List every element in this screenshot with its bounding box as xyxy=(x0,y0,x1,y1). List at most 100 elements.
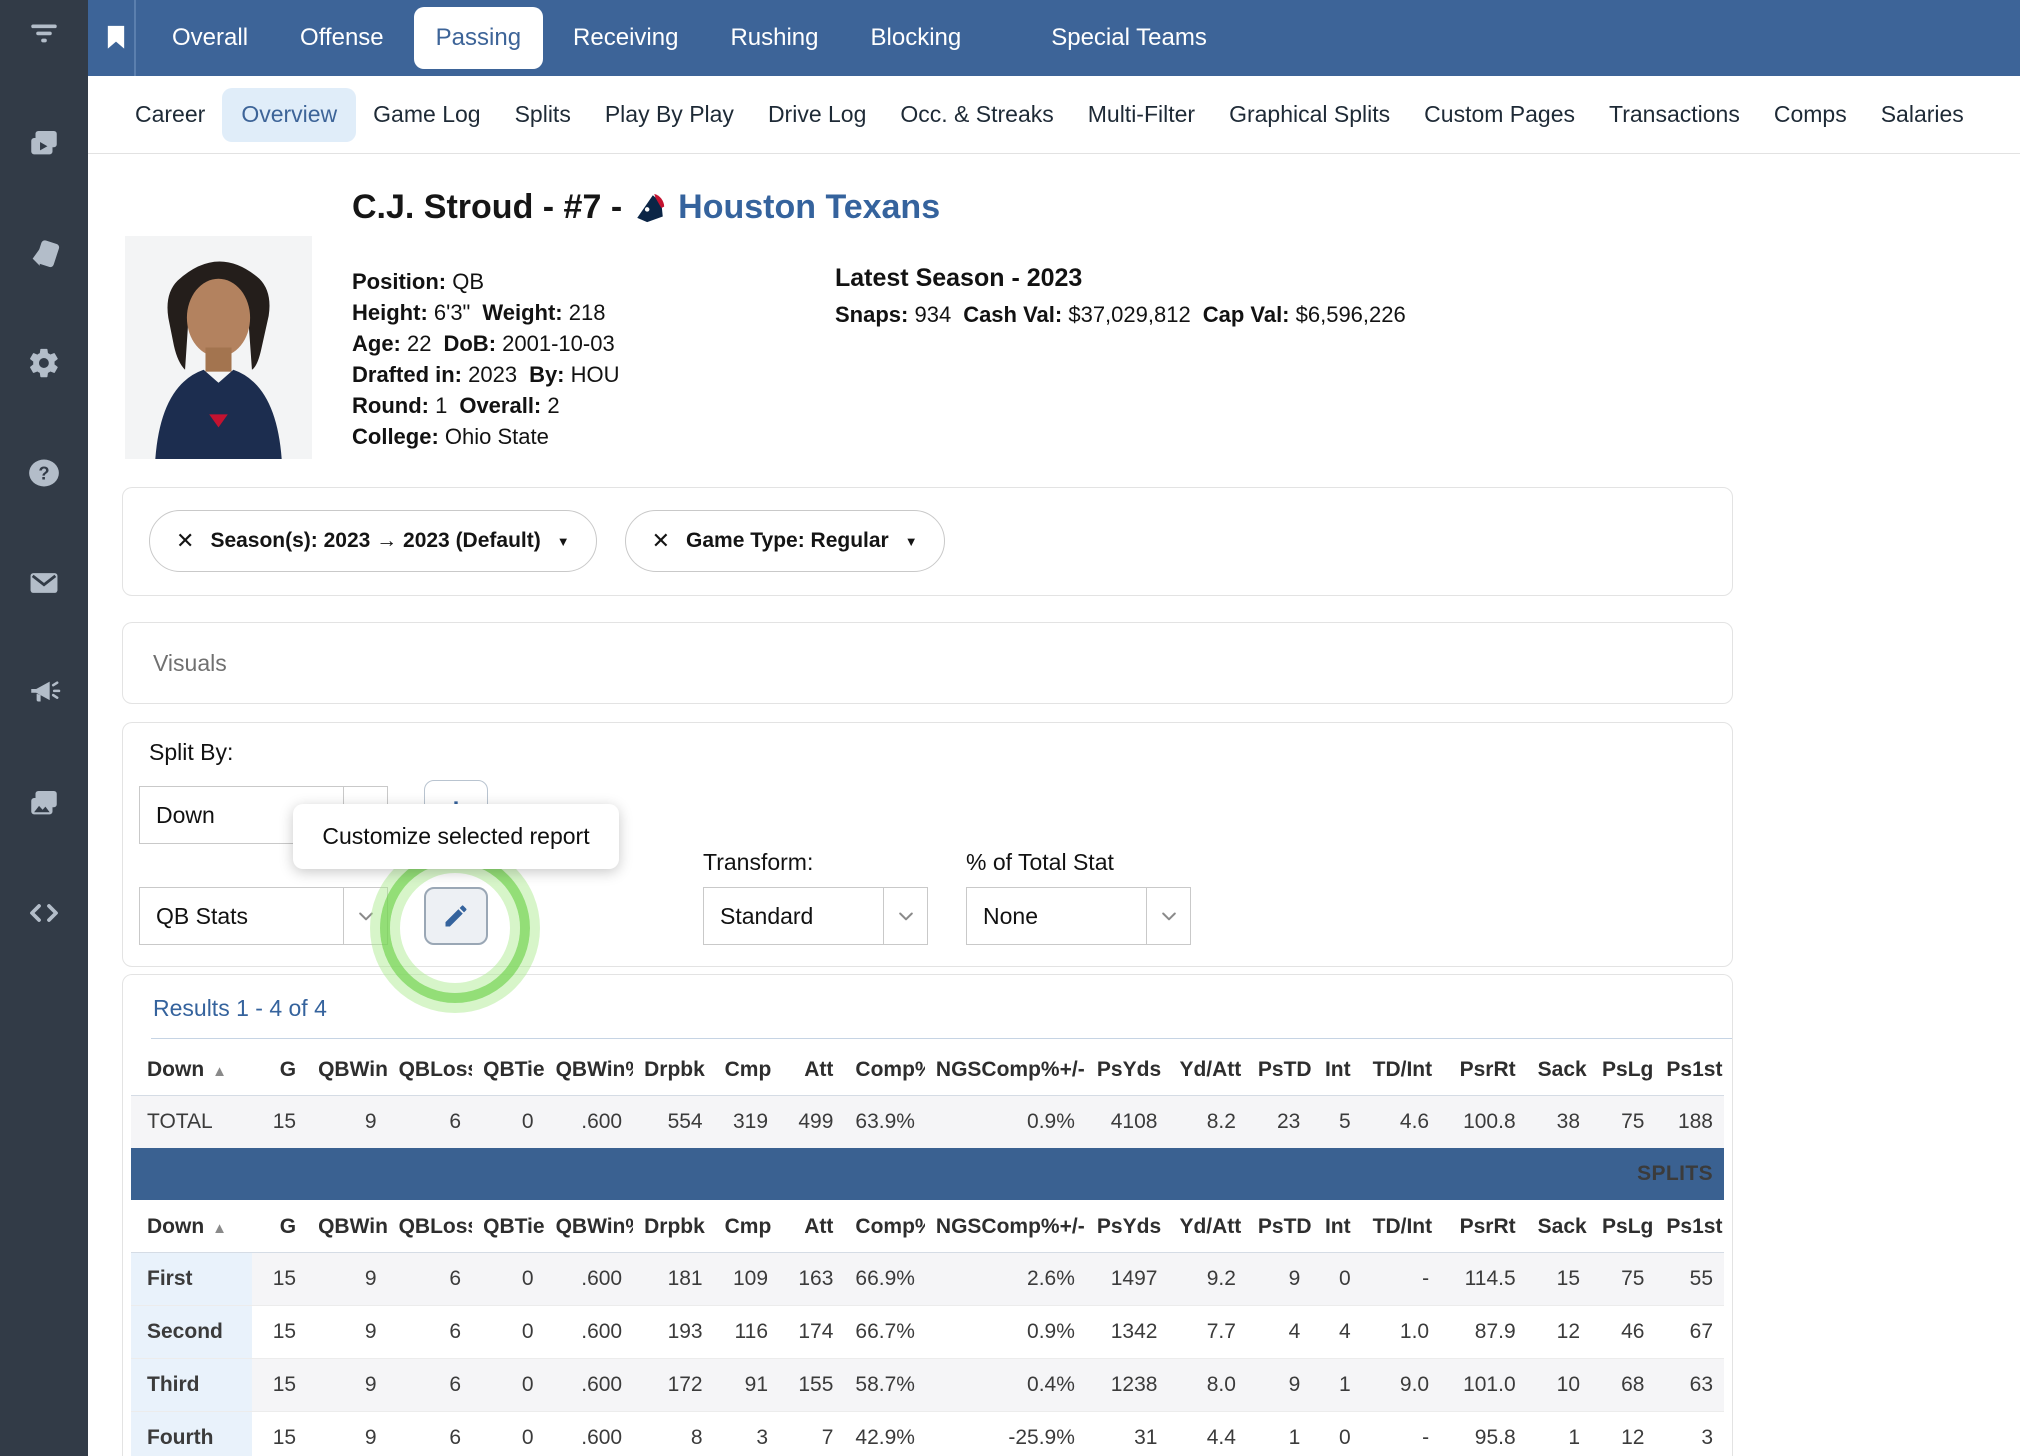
stat-link[interactable]: 91 xyxy=(714,1359,779,1412)
stat-link[interactable]: 116 xyxy=(714,1306,779,1359)
stat-link[interactable]: 15 xyxy=(1527,1253,1591,1306)
chevron-down-icon[interactable]: ▼ xyxy=(905,534,918,549)
image-gallery-icon[interactable] xyxy=(25,784,63,822)
column-header-psyds[interactable]: PsYds xyxy=(1086,1200,1169,1253)
column-header-att[interactable]: Att xyxy=(779,1200,844,1253)
stat-link[interactable]: 8 xyxy=(633,1412,714,1456)
sub-nav-graphical-splits[interactable]: Graphical Splits xyxy=(1212,76,1407,153)
customize-report-button[interactable] xyxy=(424,887,488,945)
column-header-psyds[interactable]: PsYds xyxy=(1086,1043,1169,1096)
top-tab-offense[interactable]: Offense xyxy=(274,0,410,76)
report-select[interactable]: QB Stats xyxy=(139,887,388,945)
stat-link[interactable]: 1342 xyxy=(1086,1306,1169,1359)
column-header-ngscomp[interactable]: NGSComp%+/- xyxy=(925,1200,1086,1253)
code-icon[interactable] xyxy=(25,894,63,932)
stat-link[interactable]: 10 xyxy=(1527,1359,1591,1412)
column-header-sack[interactable]: Sack xyxy=(1527,1200,1591,1253)
column-header-comp[interactable]: Comp% xyxy=(844,1043,925,1096)
stat-link[interactable]: 193 xyxy=(633,1306,714,1359)
sub-nav-salaries[interactable]: Salaries xyxy=(1864,76,1981,153)
sub-nav-overview[interactable]: Overview xyxy=(222,88,356,142)
stat-link[interactable]: 1 xyxy=(1527,1412,1591,1456)
stat-link[interactable]: 55 xyxy=(1655,1253,1724,1306)
column-header-psrrt[interactable]: PsrRt xyxy=(1440,1200,1527,1253)
sub-nav-occ-streaks[interactable]: Occ. & Streaks xyxy=(883,76,1070,153)
stat-link[interactable]: 163 xyxy=(779,1253,844,1306)
stat-link[interactable]: 67 xyxy=(1655,1306,1724,1359)
column-header-qbloss[interactable]: QBLoss xyxy=(388,1043,473,1096)
stat-link[interactable]: 38 xyxy=(1527,1096,1591,1149)
stat-link[interactable]: 499 xyxy=(779,1096,844,1149)
stat-link[interactable]: 5 xyxy=(1311,1096,1361,1149)
top-tab-passing[interactable]: Passing xyxy=(414,7,543,69)
column-header-g[interactable]: G xyxy=(252,1200,307,1253)
column-header-qbwin[interactable]: QBWin% xyxy=(545,1200,634,1253)
column-header-int[interactable]: Int xyxy=(1311,1200,1361,1253)
stat-link[interactable]: 1238 xyxy=(1086,1359,1169,1412)
column-header-drpbk[interactable]: Drpbk xyxy=(633,1200,714,1253)
help-icon[interactable]: ? xyxy=(25,454,63,492)
column-header-qbwin[interactable]: QBWin xyxy=(307,1043,388,1096)
column-header-ngscomp[interactable]: NGSComp%+/- xyxy=(925,1043,1086,1096)
top-tab-overall[interactable]: Overall xyxy=(146,0,274,76)
mail-icon[interactable] xyxy=(25,564,63,602)
column-header-down[interactable]: Down▲ xyxy=(131,1200,252,1253)
stat-link[interactable]: 9 xyxy=(1247,1253,1311,1306)
remove-filter-icon[interactable]: ✕ xyxy=(176,528,194,554)
stat-link[interactable]: 0 xyxy=(1311,1253,1361,1306)
sub-nav-game-log[interactable]: Game Log xyxy=(356,76,497,153)
stat-link[interactable]: 554 xyxy=(633,1096,714,1149)
stat-link[interactable]: 1 xyxy=(1311,1359,1361,1412)
visuals-panel[interactable]: Visuals xyxy=(122,622,1733,704)
stat-link[interactable]: 3 xyxy=(714,1412,779,1456)
remove-filter-icon[interactable]: ✕ xyxy=(652,528,670,554)
bookmark-icon[interactable] xyxy=(102,17,130,57)
stat-link[interactable]: 0 xyxy=(1311,1412,1361,1456)
column-header-cmp[interactable]: Cmp xyxy=(714,1043,779,1096)
stat-link[interactable]: 1 xyxy=(1247,1412,1311,1456)
card-stack-icon[interactable] xyxy=(25,234,63,272)
column-header-pstd[interactable]: PsTD xyxy=(1247,1043,1311,1096)
sub-nav-comps[interactable]: Comps xyxy=(1757,76,1864,153)
stat-link[interactable]: 3 xyxy=(1655,1412,1724,1456)
stat-link[interactable]: 4 xyxy=(1247,1306,1311,1359)
column-header-comp[interactable]: Comp% xyxy=(844,1200,925,1253)
settings-gear-icon[interactable] xyxy=(25,344,63,382)
column-header-drpbk[interactable]: Drpbk xyxy=(633,1043,714,1096)
sub-nav-drive-log[interactable]: Drive Log xyxy=(751,76,883,153)
column-header-sack[interactable]: Sack xyxy=(1527,1043,1591,1096)
stat-link[interactable]: 1497 xyxy=(1086,1253,1169,1306)
chevron-down-icon[interactable]: ▼ xyxy=(557,534,570,549)
transform-select[interactable]: Standard xyxy=(703,887,928,945)
top-tab-blocking[interactable]: Blocking xyxy=(845,0,988,76)
sub-nav-multi-filter[interactable]: Multi-Filter xyxy=(1071,76,1212,153)
column-header-pstd[interactable]: PsTD xyxy=(1247,1200,1311,1253)
sub-nav-transactions[interactable]: Transactions xyxy=(1592,76,1757,153)
stat-link[interactable]: 23 xyxy=(1247,1096,1311,1149)
column-header-qbloss[interactable]: QBLoss xyxy=(388,1200,473,1253)
column-header-pslg[interactable]: PsLg xyxy=(1591,1043,1655,1096)
stat-link[interactable]: 7 xyxy=(779,1412,844,1456)
column-header-psrrt[interactable]: PsrRt xyxy=(1440,1043,1527,1096)
stat-link[interactable]: 174 xyxy=(779,1306,844,1359)
column-header-qbtie[interactable]: QBTie xyxy=(472,1043,544,1096)
top-tab-rushing[interactable]: Rushing xyxy=(704,0,844,76)
megaphone-icon[interactable] xyxy=(25,674,63,712)
stat-link[interactable]: 4 xyxy=(1311,1306,1361,1359)
top-tab-receiving[interactable]: Receiving xyxy=(547,0,704,76)
stat-link[interactable]: 188 xyxy=(1655,1096,1724,1149)
stat-link[interactable]: 109 xyxy=(714,1253,779,1306)
top-tab-special-teams[interactable]: Special Teams xyxy=(1025,0,1233,76)
filter-menu-icon[interactable] xyxy=(25,14,63,52)
column-header-td-int[interactable]: TD/Int xyxy=(1362,1200,1440,1253)
video-library-icon[interactable] xyxy=(25,124,63,162)
stat-link[interactable]: 12 xyxy=(1527,1306,1591,1359)
column-header-yd-att[interactable]: Yd/Att xyxy=(1168,1200,1246,1253)
column-header-qbwin[interactable]: QBWin xyxy=(307,1200,388,1253)
column-header-g[interactable]: G xyxy=(252,1043,307,1096)
column-header-att[interactable]: Att xyxy=(779,1043,844,1096)
column-header-down[interactable]: Down▲ xyxy=(131,1043,252,1096)
column-header-ps1st[interactable]: Ps1st xyxy=(1655,1043,1724,1096)
stat-link[interactable]: 172 xyxy=(633,1359,714,1412)
filter-chip-season-s[interactable]: ✕Season(s): 2023 → 2023 (Default)▼ xyxy=(149,510,597,572)
